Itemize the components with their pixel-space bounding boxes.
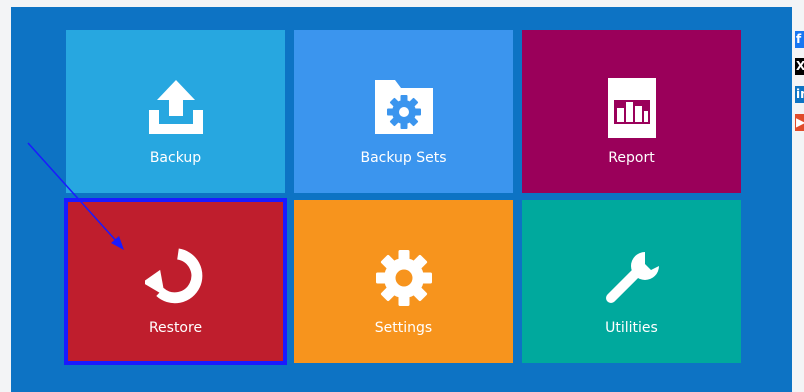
facebook-icon[interactable]: f xyxy=(795,31,804,48)
restore-arrow-icon xyxy=(141,248,207,310)
report-tile[interactable]: Report xyxy=(522,30,741,193)
backup-tile[interactable]: Backup xyxy=(66,30,285,193)
screen: Backup Backup Sets Report Restore Settin… xyxy=(0,0,804,392)
linkedin-icon[interactable]: in xyxy=(795,86,804,103)
settings-tile[interactable]: Settings xyxy=(294,200,513,363)
backup-sets-tile[interactable]: Backup Sets xyxy=(294,30,513,193)
report-label: Report xyxy=(608,150,655,166)
restore-label: Restore xyxy=(148,320,203,336)
utilities-label: Utilities xyxy=(605,320,658,336)
backup-sets-label: Backup Sets xyxy=(360,150,447,166)
backup-label: Backup xyxy=(149,150,202,166)
bar-chart-icon xyxy=(607,78,656,142)
youtube-icon[interactable]: ▶ xyxy=(795,114,804,131)
settings-label: Settings xyxy=(374,320,433,336)
folder-gear-icon xyxy=(373,78,435,140)
restore-tile[interactable]: Restore xyxy=(64,198,287,365)
utilities-tile[interactable]: Utilities xyxy=(522,200,741,363)
gear-icon xyxy=(374,248,434,312)
wrench-icon xyxy=(601,248,663,312)
upload-tray-icon xyxy=(147,78,205,140)
x-icon[interactable]: X xyxy=(795,58,804,75)
